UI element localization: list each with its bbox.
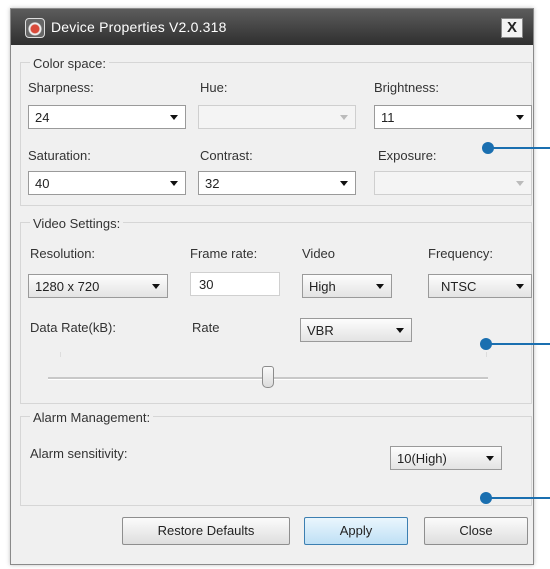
alarm-sensitivity-label: Alarm sensitivity: bbox=[30, 446, 128, 461]
window-title: Device Properties V2.0.318 bbox=[51, 19, 227, 35]
exposure-select[interactable] bbox=[374, 171, 532, 195]
slider-thumb[interactable] bbox=[262, 366, 274, 388]
video-quality-value: High bbox=[309, 279, 336, 294]
callout-pointer-video-settings bbox=[480, 338, 550, 350]
brightness-value: 11 bbox=[381, 110, 395, 125]
chevron-down-icon bbox=[170, 181, 178, 186]
color-space-label: Color space: bbox=[30, 56, 109, 71]
callout-pointer-alarm bbox=[480, 492, 550, 504]
callout-dot-icon bbox=[480, 338, 492, 350]
chevron-down-icon bbox=[340, 115, 348, 120]
frame-rate-label: Frame rate: bbox=[190, 246, 258, 261]
chevron-down-icon bbox=[516, 115, 524, 120]
sharpness-value: 24 bbox=[35, 110, 50, 125]
rate-mode-value: VBR bbox=[307, 323, 334, 338]
chevron-down-icon bbox=[486, 456, 494, 461]
callout-dot-icon bbox=[480, 492, 492, 504]
title-bar[interactable]: Device Properties V2.0.318 X bbox=[11, 9, 533, 45]
chevron-down-icon bbox=[152, 284, 160, 289]
brightness-label: Brightness: bbox=[374, 80, 440, 95]
rate-mode-select[interactable]: VBR bbox=[300, 318, 412, 342]
close-button[interactable]: Close bbox=[424, 517, 528, 545]
resolution-value: 1280 x 720 bbox=[35, 279, 100, 294]
hue-label: Hue: bbox=[200, 80, 228, 95]
rate-label: Rate bbox=[192, 320, 220, 335]
frame-rate-value: 30 bbox=[199, 277, 214, 292]
alarm-sensitivity-select[interactable]: 10(High) bbox=[390, 446, 502, 470]
exposure-label: Exposure: bbox=[378, 148, 437, 163]
close-window-button[interactable]: X bbox=[501, 18, 523, 38]
contrast-value: 32 bbox=[205, 176, 220, 191]
chevron-down-icon bbox=[396, 328, 404, 333]
alarm-management-label: Alarm Management: bbox=[30, 410, 154, 425]
data-rate-label: Data Rate(kB): bbox=[30, 320, 116, 335]
frequency-value: NTSC bbox=[441, 279, 477, 294]
chevron-down-icon bbox=[340, 181, 348, 186]
chevron-down-icon bbox=[516, 284, 524, 289]
brightness-select[interactable]: 11 bbox=[374, 105, 532, 129]
slider-tick-min bbox=[60, 352, 61, 357]
video-settings-label: Video Settings: bbox=[30, 216, 124, 231]
chevron-down-icon bbox=[376, 284, 384, 289]
sharpness-label: Sharpness: bbox=[28, 80, 94, 95]
resolution-label: Resolution: bbox=[30, 246, 96, 261]
frequency-select[interactable]: NTSC bbox=[428, 274, 532, 298]
hue-select[interactable] bbox=[198, 105, 356, 129]
video-label: Video bbox=[302, 246, 336, 261]
webcam-app-icon bbox=[25, 18, 45, 38]
slider-tick-max bbox=[486, 352, 487, 357]
frame-rate-input[interactable]: 30 bbox=[190, 272, 280, 296]
apply-button[interactable]: Apply bbox=[304, 517, 408, 545]
contrast-select[interactable]: 32 bbox=[198, 171, 356, 195]
sharpness-select[interactable]: 24 bbox=[28, 105, 186, 129]
callout-pointer-color-space bbox=[482, 142, 550, 154]
resolution-select[interactable]: 1280 x 720 bbox=[28, 274, 168, 298]
video-quality-select[interactable]: High bbox=[302, 274, 392, 298]
saturation-label: Saturation: bbox=[28, 148, 91, 163]
restore-defaults-button[interactable]: Restore Defaults bbox=[122, 517, 290, 545]
saturation-select[interactable]: 40 bbox=[28, 171, 186, 195]
chevron-down-icon bbox=[516, 181, 524, 186]
frequency-label: Frequency: bbox=[428, 246, 494, 261]
contrast-label: Contrast: bbox=[200, 148, 253, 163]
chevron-down-icon bbox=[170, 115, 178, 120]
saturation-value: 40 bbox=[35, 176, 50, 191]
callout-dot-icon bbox=[482, 142, 494, 154]
alarm-sensitivity-value: 10(High) bbox=[397, 451, 447, 466]
